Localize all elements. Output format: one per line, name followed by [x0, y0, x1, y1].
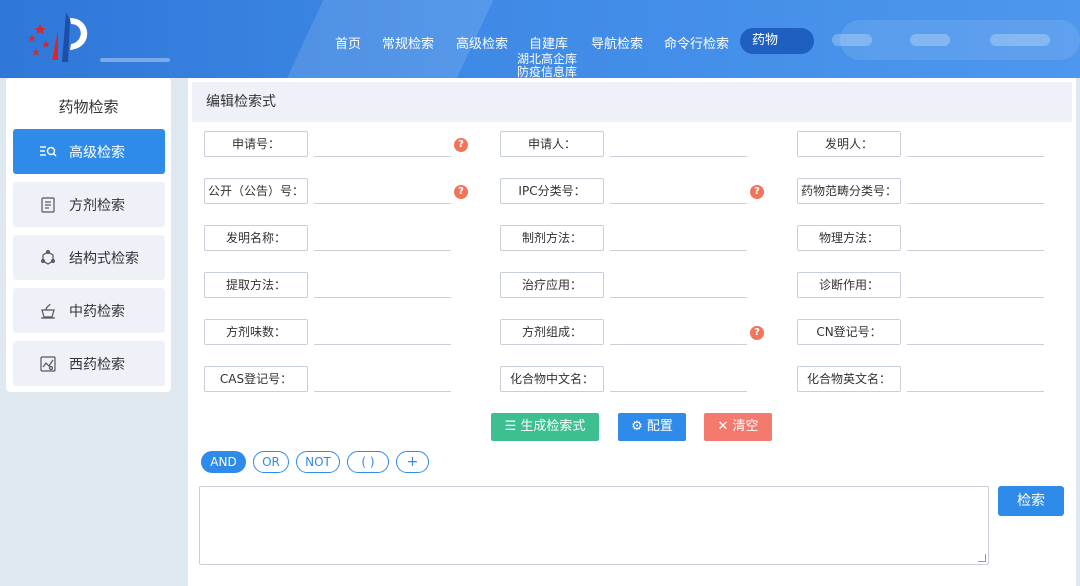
field-label-publication-number: 公开（公告）号：	[204, 178, 308, 204]
field-label-diagnostic-effect: 诊断作用：	[797, 272, 901, 298]
publication-number-input[interactable]	[314, 178, 451, 204]
cnipa-logo-icon[interactable]	[22, 10, 102, 66]
nav-command-search[interactable]: 命令行检索	[664, 33, 729, 52]
herb-pot-icon	[41, 303, 55, 319]
nav-drug[interactable]: 药物	[740, 28, 814, 54]
operator-add-button[interactable]: +	[396, 451, 429, 473]
sidebar-item-tcm-search[interactable]: 中药检索	[13, 288, 165, 333]
config-button[interactable]: ⚙ 配置	[618, 413, 686, 441]
extraction-method-input[interactable]	[314, 272, 451, 298]
operator-or-button[interactable]: OR	[253, 451, 289, 473]
nav-regular-search[interactable]: 常规检索	[382, 33, 434, 52]
field-label-compound-cn-name: 化合物中文名：	[500, 366, 604, 392]
formula-composition-input[interactable]	[610, 319, 747, 345]
sidebar-item-structure-search[interactable]: 结构式检索	[13, 235, 165, 280]
application-number-input[interactable]	[314, 131, 451, 157]
operator-not-button[interactable]: NOT	[296, 451, 340, 473]
field-label-physical-method: 物理方法：	[797, 225, 901, 251]
field-label-formula-composition: 方剂组成：	[500, 319, 604, 345]
nav-faded-item[interactable]	[910, 34, 950, 46]
sidebar-item-western-medicine-search[interactable]: 西药检索	[13, 341, 165, 386]
field-label-formula-count: 方剂味数：	[204, 319, 308, 345]
nav-home[interactable]: 首页	[335, 33, 361, 52]
field-label-cas-registry: CAS登记号：	[204, 366, 308, 392]
panel-title: 编辑检索式	[192, 82, 1072, 122]
resize-handle-icon[interactable]	[978, 554, 986, 562]
field-label-compound-en-name: 化合物英文名：	[797, 366, 901, 392]
sidebar-item-formula-search[interactable]: 方剂检索	[13, 182, 165, 227]
sidebar-item-label: 高级检索	[69, 144, 125, 161]
sidebar-item-advanced-search[interactable]: 高级检索	[13, 129, 165, 174]
document-icon	[41, 196, 55, 213]
diagnostic-effect-input[interactable]	[907, 272, 1044, 298]
nav-faded-item[interactable]	[832, 34, 872, 46]
field-label-application-number: 申请号：	[204, 131, 308, 157]
formula-count-input[interactable]	[314, 319, 451, 345]
therapeutic-use-input[interactable]	[610, 272, 747, 298]
top-header: 首页 常规检索 高级检索 自建库 湖北高企库 防疫信息库 导航检索 命令行检索 …	[0, 0, 1080, 78]
cas-registry-input[interactable]	[314, 366, 451, 392]
field-label-cn-registry: CN登记号：	[797, 319, 901, 345]
help-icon[interactable]: ?	[750, 185, 764, 199]
inventor-input[interactable]	[907, 131, 1044, 157]
nav-advanced-search[interactable]: 高级检索	[456, 33, 508, 52]
field-label-extraction-method: 提取方法：	[204, 272, 308, 298]
logo-subtitle	[100, 58, 170, 62]
sidebar-title: 药物检索	[58, 98, 119, 116]
sidebar-item-label: 中药检索	[69, 303, 125, 320]
molecule-icon	[40, 249, 56, 265]
generate-query-button[interactable]: ☰ 生成检索式	[491, 413, 599, 441]
help-icon[interactable]: ?	[454, 185, 468, 199]
invention-name-input[interactable]	[314, 225, 451, 251]
pill-chart-icon	[40, 355, 56, 372]
list-icon: ☰	[504, 419, 521, 434]
compound-en-name-input[interactable]	[907, 366, 1044, 392]
nav-faded-item[interactable]	[990, 34, 1050, 46]
field-label-invention-name: 发明名称：	[204, 225, 308, 251]
sidebar-item-label: 方剂检索	[69, 197, 125, 214]
ipc-input[interactable]	[610, 178, 747, 204]
applicant-input[interactable]	[610, 131, 747, 157]
field-label-inventor: 发明人：	[797, 131, 901, 157]
cn-registry-input[interactable]	[907, 319, 1044, 345]
field-label-therapeutic-use: 治疗应用：	[500, 272, 604, 298]
sidebar: 药物检索 高级检索 方剂检索 结构式检索 中药检索 西药检索	[6, 78, 171, 392]
help-icon[interactable]: ?	[454, 138, 468, 152]
query-textarea[interactable]	[199, 486, 989, 565]
field-label-ipc: IPC分类号：	[500, 178, 604, 204]
field-label-preparation-method: 制剂方法：	[500, 225, 604, 251]
field-label-drug-category: 药物范畴分类号：	[797, 178, 901, 204]
sidebar-item-label: 西药检索	[69, 356, 125, 373]
search-list-icon	[40, 145, 57, 156]
operator-and-button[interactable]: AND	[201, 451, 246, 473]
operator-parentheses-button[interactable]: ( )	[347, 451, 389, 473]
nav-navigation-search[interactable]: 导航检索	[591, 33, 643, 52]
field-label-applicant: 申请人：	[500, 131, 604, 157]
drug-category-input[interactable]	[907, 178, 1044, 204]
sidebar-item-label: 结构式检索	[69, 250, 139, 267]
gear-icon: ⚙	[631, 419, 647, 434]
help-icon[interactable]: ?	[750, 326, 764, 340]
nav-sub-epidemic[interactable]: 防疫信息库	[517, 63, 577, 78]
clear-button[interactable]: ✕ 清空	[704, 413, 772, 441]
close-icon: ✕	[717, 419, 733, 434]
preparation-method-input[interactable]	[610, 225, 747, 251]
compound-cn-name-input[interactable]	[610, 366, 747, 392]
search-editor-panel: 编辑检索式 申请号： ? 申请人： 发明人： 公开（公告）号： ? IPC分类号…	[188, 78, 1076, 586]
search-button[interactable]: 检索	[998, 486, 1064, 516]
physical-method-input[interactable]	[907, 225, 1044, 251]
